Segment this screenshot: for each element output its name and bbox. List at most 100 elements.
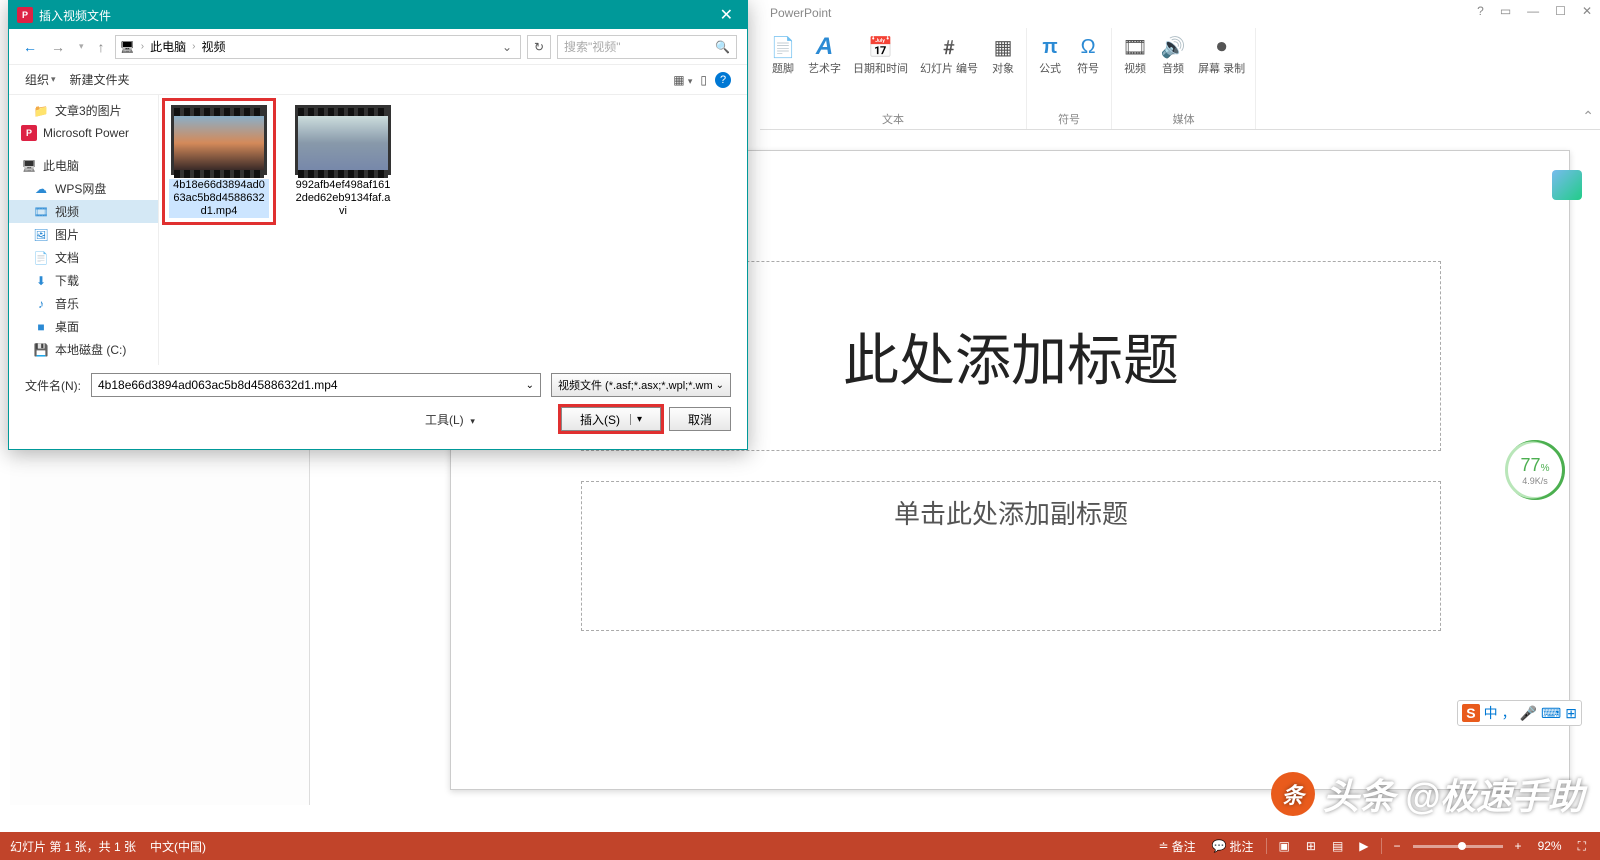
video-thumbnail-icon <box>295 105 391 175</box>
subtitle-placeholder[interactable]: 单击此处添加副标题 <box>581 481 1441 631</box>
search-icon: 🔍 <box>715 40 730 54</box>
sidebar-item-label: 文章3的图片 <box>55 102 122 119</box>
dialog-titlebar[interactable]: P 插入视频文件 ✕ <box>9 1 747 29</box>
ribbon-screenrec-button[interactable]: ⏺屏幕 录制 <box>1196 32 1247 77</box>
image-icon: 🖼 <box>33 227 49 243</box>
download-icon: ⬇ <box>33 273 49 289</box>
zoom-slider[interactable] <box>1413 845 1503 848</box>
breadcrumb-dropdown-icon[interactable]: ⌄ <box>498 40 516 54</box>
performance-widget[interactable]: 77% 4.9K/s <box>1505 440 1565 500</box>
sidebar-item-label: Microsoft Power <box>43 126 129 140</box>
file-item[interactable]: 4b18e66d3894ad063ac5b8d4588632d1.mp4 <box>169 105 269 218</box>
dialog-title: 插入视频文件 <box>39 7 111 24</box>
file-list-pane[interactable]: 4b18e66d3894ad063ac5b8d4588632d1.mp4 992a… <box>159 95 747 365</box>
ribbon-footer-button[interactable]: 📄题脚 <box>768 32 798 77</box>
view-normal-icon[interactable]: ▣ <box>1275 837 1294 855</box>
ribbon-slidenum-button[interactable]: #️幻灯片 编号 <box>918 32 980 77</box>
ime-grid-icon[interactable]: ⊞ <box>1565 705 1577 722</box>
nav-history-dropdown[interactable]: ▾ <box>75 37 88 56</box>
ribbon-audio-button[interactable]: 🔊音频 <box>1158 32 1188 77</box>
ribbon-datetime-button[interactable]: 📅日期和时间 <box>851 32 910 77</box>
sidebar-item-label: 文档 <box>55 249 79 266</box>
ime-keyboard-icon[interactable]: ⌨ <box>1541 705 1561 722</box>
breadcrumb[interactable]: 🖥 › 此电脑 › 视频 ⌄ <box>115 35 521 59</box>
nav-up-button[interactable]: ↑ <box>94 35 109 59</box>
hint-icon[interactable]: ? <box>1477 4 1484 18</box>
zoom-in-button[interactable]: + <box>1511 837 1526 855</box>
preview-pane-button[interactable]: ▯ <box>700 73 707 87</box>
sidebar-item-desktop[interactable]: ■ 桌面 <box>9 315 158 338</box>
sidebar-item-label: 此电脑 <box>43 157 79 174</box>
ribbon-equation-button[interactable]: π公式 <box>1035 32 1065 77</box>
status-bar: 幻灯片 第 1 张，共 1 张 中文(中国) ≐ 备注 💬 批注 ▣ ⊞ ▤ ▶… <box>0 832 1600 860</box>
sidebar-item-folder[interactable]: 📁文章3的图片 <box>9 99 158 122</box>
ime-toolbar[interactable]: S 中 ， 🎤 ⌨ ⊞ <box>1457 700 1582 726</box>
minimize-icon[interactable]: — <box>1527 4 1539 18</box>
status-notes-button[interactable]: ≐ 备注 <box>1155 836 1200 857</box>
sidebar-item-disk[interactable]: 💾本地磁盘 (C:) <box>9 338 158 361</box>
sidebar-item-music[interactable]: ♪ 音乐 <box>9 292 158 315</box>
help-icon[interactable]: ? <box>715 72 731 88</box>
insert-split-dropdown[interactable]: ▾ <box>630 414 642 425</box>
sidebar-item-download[interactable]: ⬇下载 <box>9 269 158 292</box>
ribbon-video-button[interactable]: 🎞视频 <box>1120 32 1150 77</box>
p-logo-icon: P <box>21 125 37 141</box>
ribbon: 📄题脚 A艺术字 📅日期和时间 #️幻灯片 编号 ▦对象 文本 π公式 Ω符号 … <box>760 28 1600 130</box>
tools-dropdown[interactable]: 工具(L) ▾ <box>425 411 475 428</box>
filetype-filter-dropdown[interactable]: 视频文件 (*.asf;*.asx;*.wpl;*.wm ⌄ <box>551 373 731 397</box>
dialog-toolbar: 组织 ▾ 新建文件夹 ▦ ▾ ▯ ? <box>9 65 747 95</box>
nav-refresh-button[interactable]: ↻ <box>527 35 551 59</box>
sidebar-item-label: 音乐 <box>55 295 79 312</box>
file-item[interactable]: 992afb4ef498af1612ded62eb9134faf.avi <box>293 105 393 218</box>
sidebar-item-video[interactable]: 🎞视频 <box>9 200 158 223</box>
view-reading-icon[interactable]: ▤ <box>1328 837 1347 855</box>
file-name-label: 992afb4ef498af1612ded62eb9134faf.avi <box>293 179 393 218</box>
breadcrumb-current[interactable]: 视频 <box>201 38 225 55</box>
ime-punct-icon[interactable]: ， <box>1502 703 1516 723</box>
ribbon-wordart-button[interactable]: A艺术字 <box>806 32 843 77</box>
insert-button[interactable]: 插入(S) ▾ <box>561 407 661 431</box>
sidebar-item-p-logo[interactable]: P Microsoft Power <box>9 122 158 144</box>
filename-input[interactable]: 4b18e66d3894ad063ac5b8d4588632d1.mp4 ⌄ <box>91 373 541 397</box>
nav-forward-button[interactable]: → <box>47 35 69 59</box>
status-comments-button[interactable]: 💬 批注 <box>1208 836 1258 857</box>
sidebar-item-image[interactable]: 🖼图片 <box>9 223 158 246</box>
floating-assistant-icon[interactable] <box>1552 170 1582 200</box>
sidebar-item-doc[interactable]: 📄文档 <box>9 246 158 269</box>
status-language[interactable]: 中文(中国) <box>150 838 206 855</box>
zoom-percent[interactable]: 92% <box>1534 837 1566 855</box>
ime-lang[interactable]: 中 <box>1484 703 1498 723</box>
sidebar-item-label: 桌面 <box>55 318 79 335</box>
chevron-down-icon[interactable]: ⌄ <box>526 380 534 391</box>
new-folder-button[interactable]: 新建文件夹 <box>70 71 130 88</box>
ribbon-object-button[interactable]: ▦对象 <box>988 32 1018 77</box>
ribbon-symbol-button[interactable]: Ω符号 <box>1073 32 1103 77</box>
organize-button[interactable]: 组织 ▾ <box>25 71 56 88</box>
search-input[interactable]: 搜索"视频" 🔍 <box>557 35 737 59</box>
ime-logo-icon: S <box>1462 704 1479 722</box>
close-icon[interactable]: ✕ <box>1582 4 1592 18</box>
sidebar-item-cloud[interactable]: ☁WPS网盘 <box>9 177 158 200</box>
restore-icon[interactable]: ▭ <box>1500 4 1511 18</box>
view-sorter-icon[interactable]: ⊞ <box>1302 837 1320 855</box>
ribbon-group-text: 文本 <box>882 111 904 127</box>
music-icon: ♪ <box>33 296 49 312</box>
cancel-button[interactable]: 取消 <box>669 407 731 431</box>
sidebar-item-pc[interactable]: 🖥此电脑 <box>9 154 158 177</box>
desktop-icon: ■ <box>33 319 49 335</box>
ribbon-collapse-icon[interactable]: ⌃ <box>1582 108 1594 125</box>
view-slideshow-icon[interactable]: ▶ <box>1355 837 1372 855</box>
insert-video-dialog: P 插入视频文件 ✕ ← → ▾ ↑ 🖥 › 此电脑 › 视频 ⌄ ↻ 搜索"视… <box>8 0 748 450</box>
breadcrumb-root[interactable]: 此电脑 <box>150 38 186 55</box>
dialog-close-button[interactable]: ✕ <box>714 5 739 25</box>
maximize-icon[interactable]: ☐ <box>1555 4 1566 18</box>
watermark-avatar-icon: 条 <box>1271 772 1315 816</box>
fit-screen-icon[interactable]: ⛶ <box>1574 837 1590 856</box>
nav-back-button[interactable]: ← <box>19 35 41 59</box>
ime-mic-icon[interactable]: 🎤 <box>1520 705 1537 722</box>
search-placeholder: 搜索"视频" <box>564 38 621 55</box>
dialog-footer: 文件名(N): 4b18e66d3894ad063ac5b8d4588632d1… <box>9 365 747 441</box>
app-title: PowerPoint <box>770 6 831 20</box>
view-mode-button[interactable]: ▦ ▾ <box>673 73 692 87</box>
zoom-out-button[interactable]: − <box>1390 837 1405 855</box>
